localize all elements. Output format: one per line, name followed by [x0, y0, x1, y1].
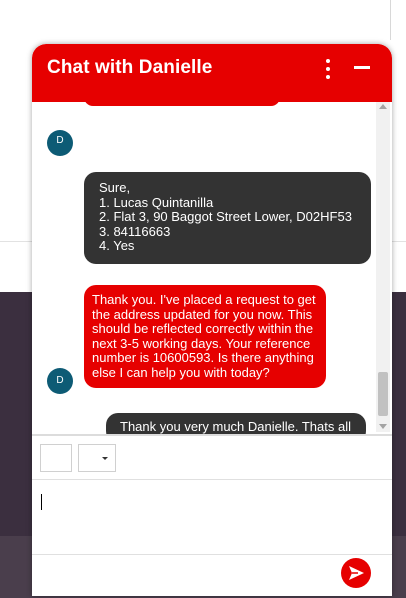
user-message: Thank you very much Danielle. Thats all — [106, 413, 366, 436]
kebab-menu-icon[interactable] — [322, 59, 334, 79]
chat-header: Chat with Danielle — [32, 44, 392, 102]
agent-message — [84, 102, 280, 106]
user-message: Sure, 1. Lucas Quintanilla 2. Flat 3, 90… — [84, 172, 371, 264]
minimize-icon[interactable] — [354, 66, 370, 69]
agent-avatar: D — [47, 368, 73, 394]
agent-avatar: D — [47, 130, 73, 156]
background-divider — [390, 0, 391, 40]
send-button[interactable] — [341, 558, 371, 588]
message-scrollbar[interactable] — [376, 102, 390, 432]
text-cursor — [41, 494, 42, 510]
scroll-thumb[interactable] — [378, 372, 388, 416]
composer-toolbar — [32, 436, 392, 480]
formatting-dropdown[interactable] — [78, 444, 116, 472]
composer-footer-divider — [32, 554, 392, 555]
agent-message: Thank you. I've placed a request to get … — [84, 285, 326, 388]
message-list: D Sure, 1. Lucas Quintanilla 2. Flat 3, … — [32, 102, 376, 436]
send-icon — [349, 566, 364, 580]
formatting-button[interactable] — [40, 444, 72, 472]
scroll-down-arrow-icon[interactable] — [379, 424, 387, 429]
chat-title: Chat with Danielle — [47, 57, 213, 78]
scroll-up-arrow-icon[interactable] — [379, 104, 387, 109]
chevron-down-icon — [102, 457, 108, 460]
message-input[interactable] — [32, 480, 392, 554]
chat-window: Chat with Danielle D Sure, 1. Lucas Quin… — [32, 44, 392, 596]
